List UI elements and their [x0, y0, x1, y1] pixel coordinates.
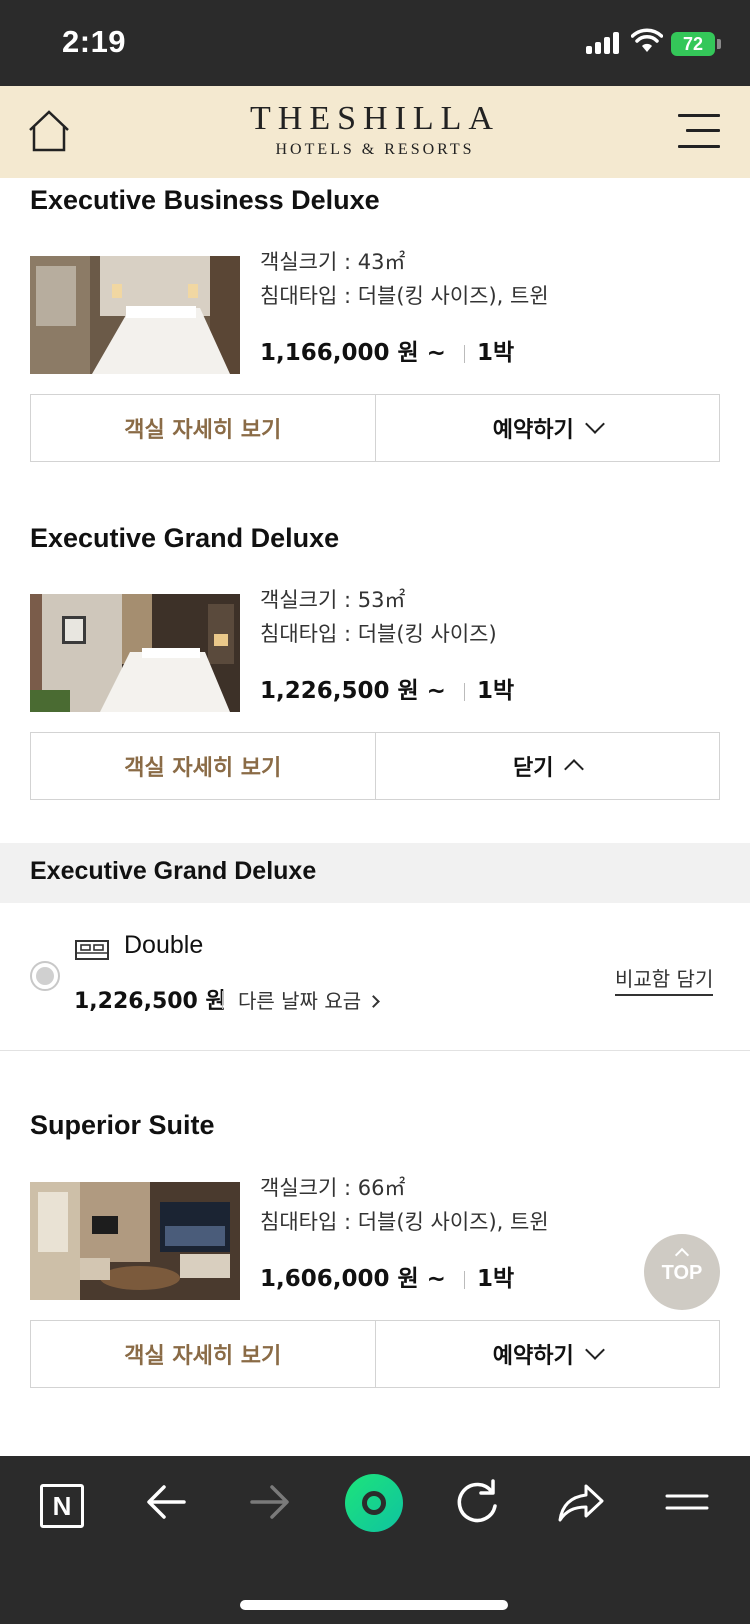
battery-icon: 72 [671, 32, 715, 56]
refresh-icon[interactable] [454, 1476, 500, 1528]
browser-toolbar: N [0, 1456, 750, 1624]
forward-arrow-icon[interactable] [248, 1476, 292, 1528]
status-time: 2:19 [62, 24, 127, 59]
rate-section-title: Executive Grand Deluxe [30, 857, 317, 885]
rate-section-header: Executive Grand Deluxe [0, 843, 750, 903]
room-photo[interactable] [30, 256, 240, 374]
room-size: 객실크기 : 66㎡ [260, 1176, 406, 1200]
divider [463, 1270, 465, 1289]
reserve-label: 예약하기 [492, 418, 574, 443]
bed-icon [75, 940, 109, 960]
chevron-up-icon [674, 1247, 690, 1263]
room-bed-type: 침대타입 : 더블(킹 사이즈) [260, 622, 497, 646]
room-detail-button[interactable]: 객실 자세히 보기 [31, 733, 376, 799]
bed-type-label: Double [124, 931, 204, 959]
battery-cap [717, 39, 721, 49]
reserve-label: 예약하기 [492, 1344, 574, 1369]
room-size: 객실크기 : 43㎡ [260, 250, 406, 274]
room-detail-button[interactable]: 객실 자세히 보기 [31, 395, 376, 461]
close-label: 닫기 [513, 756, 554, 781]
top-label: TOP [661, 1262, 703, 1284]
other-dates-label: 다른 날짜 요금 [238, 989, 362, 1013]
room-actions: 객실 자세히 보기 예약하기 [30, 394, 720, 462]
price-value: 1,606,000 원 ~ [260, 1266, 446, 1292]
price-value: 1,166,000 원 ~ [260, 340, 446, 366]
divider [463, 344, 465, 363]
divider [463, 682, 465, 701]
other-dates-link[interactable]: 다른 날짜 요금 [238, 985, 380, 1014]
room-detail-label: 객실 자세히 보기 [124, 1344, 282, 1369]
room-detail-label: 객실 자세히 보기 [124, 418, 282, 443]
hamburger-menu-icon[interactable] [678, 112, 720, 150]
share-icon[interactable] [556, 1476, 606, 1528]
divider [222, 991, 223, 1009]
room-size: 객실크기 : 53㎡ [260, 588, 406, 612]
room-bed-type: 침대타입 : 더블(킹 사이즈), 트윈 [260, 284, 549, 308]
room-actions: 객실 자세히 보기 예약하기 [30, 1320, 720, 1388]
logo-line-1: THESHILLA [250, 100, 500, 137]
chevron-down-icon [584, 414, 605, 434]
chevron-down-icon [584, 1340, 605, 1360]
room-title: Executive Grand Deluxe [30, 523, 340, 553]
green-dot-button[interactable] [345, 1474, 403, 1532]
logo-line-2: HOTELS & RESORTS [275, 141, 475, 158]
room-bed-type: 침대타입 : 더블(킹 사이즈), 트윈 [260, 1210, 549, 1234]
room-title: Superior Suite [30, 1110, 215, 1140]
home-indicator[interactable] [240, 1600, 508, 1610]
rate-radio[interactable] [30, 961, 60, 991]
add-to-compare-link[interactable]: 비교함 담기 [615, 963, 714, 996]
nights: 1박 [476, 1266, 515, 1292]
room-detail-label: 객실 자세히 보기 [124, 756, 282, 781]
rate-option: Double 1,226,500 원 다른 날짜 요금 비교함 담기 [0, 903, 750, 1051]
site-header: THESHILLA HOTELS & RESORTS [0, 86, 750, 178]
status-bar: 2:19 72 [0, 0, 750, 86]
battery-level: 72 [682, 34, 704, 54]
nights: 1박 [476, 678, 515, 704]
naver-n-button[interactable]: N [40, 1484, 84, 1528]
wifi-icon [631, 28, 663, 52]
menu-icon[interactable] [664, 1476, 710, 1528]
chevron-up-icon [564, 759, 585, 779]
nights: 1박 [476, 340, 515, 366]
chevron-right-icon [367, 995, 380, 1008]
price-value: 1,226,500 원 ~ [260, 678, 446, 704]
room-price: 1,606,000 원 ~ 1박 [260, 1259, 514, 1293]
room-photo[interactable] [30, 594, 240, 712]
scroll-to-top-button[interactable]: TOP [644, 1234, 720, 1310]
back-arrow-icon[interactable] [144, 1476, 188, 1528]
room-title: Executive Business Deluxe [30, 185, 380, 215]
reserve-button[interactable]: 예약하기 [376, 395, 720, 461]
room-detail-button[interactable]: 객실 자세히 보기 [31, 1321, 376, 1387]
reserve-button[interactable]: 예약하기 [376, 1321, 720, 1387]
cellular-signal-icon [586, 30, 622, 54]
close-rates-button[interactable]: 닫기 [376, 733, 720, 799]
room-actions: 객실 자세히 보기 닫기 [30, 732, 720, 800]
rate-price: 1,226,500 원 [74, 989, 226, 1014]
room-price: 1,226,500 원 ~ 1박 [260, 671, 514, 705]
shilla-logo[interactable]: THESHILLA HOTELS & RESORTS [0, 100, 750, 160]
room-price: 1,166,000 원 ~ 1박 [260, 333, 514, 367]
room-photo[interactable] [30, 1182, 240, 1300]
